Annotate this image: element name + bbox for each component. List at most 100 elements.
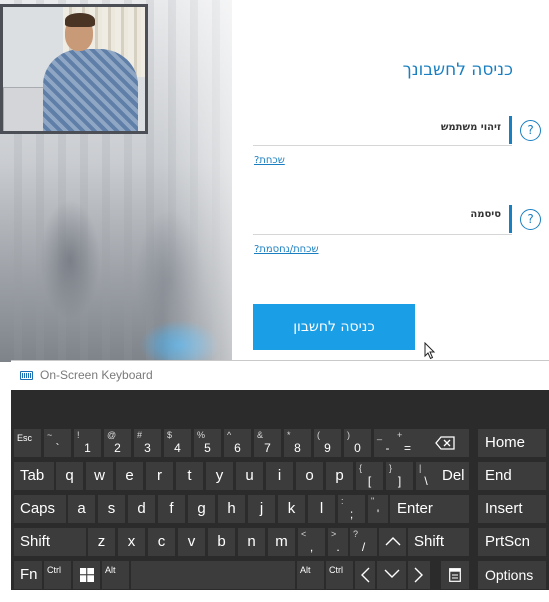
key-9[interactable]: (9 xyxy=(314,429,341,457)
key-1[interactable]: ! 1 xyxy=(74,429,101,457)
key-close-bracket[interactable]: }] xyxy=(386,462,413,490)
login-title: כניסה לחשבונך xyxy=(402,60,513,80)
key-c[interactable]: c xyxy=(148,528,175,556)
key-k[interactable]: k xyxy=(278,495,305,523)
username-help-button[interactable]: ? xyxy=(520,120,541,141)
key-end[interactable]: End xyxy=(478,462,546,490)
key-0[interactable]: ) 0 xyxy=(344,429,371,457)
forgot-password-link[interactable]: שכחת/נחסמת? xyxy=(254,244,319,255)
key-semicolon[interactable]: :; xyxy=(338,495,365,523)
key-o[interactable]: o xyxy=(296,462,323,490)
person-shirt xyxy=(43,49,138,131)
key-quote[interactable]: " ' xyxy=(368,495,388,523)
arrow-right-icon xyxy=(414,567,423,583)
profile-photo xyxy=(0,4,148,134)
key-x[interactable]: x xyxy=(118,528,145,556)
key-backtick[interactable]: ~ ` xyxy=(44,429,71,457)
key-p[interactable]: p xyxy=(326,462,353,490)
key-menu[interactable] xyxy=(441,561,469,589)
key-v[interactable]: v xyxy=(178,528,205,556)
key-esc[interactable]: Esc xyxy=(14,429,41,457)
password-label: סיסמה xyxy=(470,209,501,220)
key-left[interactable] xyxy=(355,561,375,589)
arrow-up-icon xyxy=(385,537,400,546)
key-del[interactable]: Del xyxy=(436,462,469,490)
key-j[interactable]: j xyxy=(248,495,275,523)
osk-keys: Esc ~ ` ! 1 @2 #3 $4 % 5 ^ 6 & 7 * 8 (9 ) 0 _ - … xyxy=(11,390,549,590)
key-d[interactable]: d xyxy=(128,495,155,523)
backspace-icon xyxy=(435,436,455,450)
key-comma[interactable]: <, xyxy=(298,528,325,556)
key-r[interactable]: r xyxy=(146,462,173,490)
key-equals[interactable]: + = xyxy=(394,429,421,457)
key-slash[interactable]: ? / xyxy=(350,528,377,556)
key-home[interactable]: Home xyxy=(478,429,546,457)
arrow-down-icon xyxy=(384,569,399,578)
username-input[interactable] xyxy=(253,145,512,146)
keyboard-icon xyxy=(20,371,33,380)
forgot-username-link[interactable]: שכחת? xyxy=(254,155,285,166)
key-z[interactable]: z xyxy=(88,528,115,556)
key-shift-right[interactable]: Shift xyxy=(408,528,469,556)
mouse-cursor-icon xyxy=(424,342,436,360)
key-2[interactable]: @2 xyxy=(104,429,131,457)
key-ctrl-left[interactable]: Ctrl xyxy=(44,561,71,589)
key-7[interactable]: & 7 xyxy=(254,429,281,457)
key-q[interactable]: q xyxy=(56,462,83,490)
key-a[interactable]: a xyxy=(68,495,95,523)
key-backslash[interactable]: | \ xyxy=(416,462,436,490)
key-alt-right[interactable]: Alt xyxy=(297,561,324,589)
key-m[interactable]: m xyxy=(268,528,295,556)
key-right[interactable] xyxy=(408,561,430,589)
key-insert[interactable]: Insert xyxy=(478,495,546,523)
key-t[interactable]: t xyxy=(176,462,203,490)
key-f[interactable]: f xyxy=(158,495,185,523)
key-options[interactable]: Options xyxy=(478,561,546,589)
key-prtscn[interactable]: PrtScn xyxy=(478,528,546,556)
key-down[interactable] xyxy=(377,561,406,589)
key-alt-left[interactable]: Alt xyxy=(102,561,129,589)
osk-title: On-Screen Keyboard xyxy=(40,368,153,382)
context-menu-icon xyxy=(449,568,461,582)
person-hair xyxy=(65,13,95,27)
key-3[interactable]: #3 xyxy=(134,429,161,457)
key-tab[interactable]: Tab xyxy=(14,462,54,490)
username-label: זיהוי משתמש xyxy=(440,122,501,133)
key-ctrl-right[interactable]: Ctrl xyxy=(326,561,353,589)
osk-titlebar[interactable]: On-Screen Keyboard xyxy=(11,360,549,390)
password-help-button[interactable]: ? xyxy=(520,209,541,230)
login-submit-button[interactable]: כניסה לחשבון xyxy=(253,304,415,350)
key-8[interactable]: * 8 xyxy=(284,429,311,457)
arrow-left-icon xyxy=(361,567,370,583)
on-screen-keyboard: On-Screen Keyboard Esc ~ ` ! 1 @2 #3 $4 % 5… xyxy=(11,360,549,590)
key-caps[interactable]: Caps xyxy=(14,495,66,523)
key-s[interactable]: s xyxy=(98,495,125,523)
key-u[interactable]: u xyxy=(236,462,263,490)
key-b[interactable]: b xyxy=(208,528,235,556)
key-open-bracket[interactable]: {[ xyxy=(356,462,383,490)
login-form: כניסה לחשבונך זיהוי משתמש ? שכחת? סיסמה … xyxy=(232,0,549,362)
key-l[interactable]: l xyxy=(308,495,335,523)
password-input[interactable] xyxy=(253,234,512,235)
key-n[interactable]: n xyxy=(238,528,265,556)
username-accent xyxy=(509,116,512,144)
key-backspace[interactable] xyxy=(421,429,469,457)
key-windows[interactable] xyxy=(73,561,100,589)
key-g[interactable]: g xyxy=(188,495,215,523)
password-accent xyxy=(509,205,512,233)
key-up[interactable] xyxy=(379,528,406,556)
key-space[interactable] xyxy=(131,561,295,589)
key-h[interactable]: h xyxy=(218,495,245,523)
key-w[interactable]: w xyxy=(86,462,113,490)
key-6[interactable]: ^ 6 xyxy=(224,429,251,457)
key-y[interactable]: y xyxy=(206,462,233,490)
key-e[interactable]: e xyxy=(116,462,143,490)
key-period[interactable]: >. xyxy=(328,528,348,556)
key-i[interactable]: i xyxy=(266,462,293,490)
key-enter[interactable]: Enter xyxy=(390,495,469,523)
key-4[interactable]: $4 xyxy=(164,429,191,457)
windows-icon xyxy=(79,568,94,582)
key-shift-left[interactable]: Shift xyxy=(14,528,86,556)
key-fn[interactable]: Fn xyxy=(14,561,42,589)
key-5[interactable]: % 5 xyxy=(194,429,221,457)
